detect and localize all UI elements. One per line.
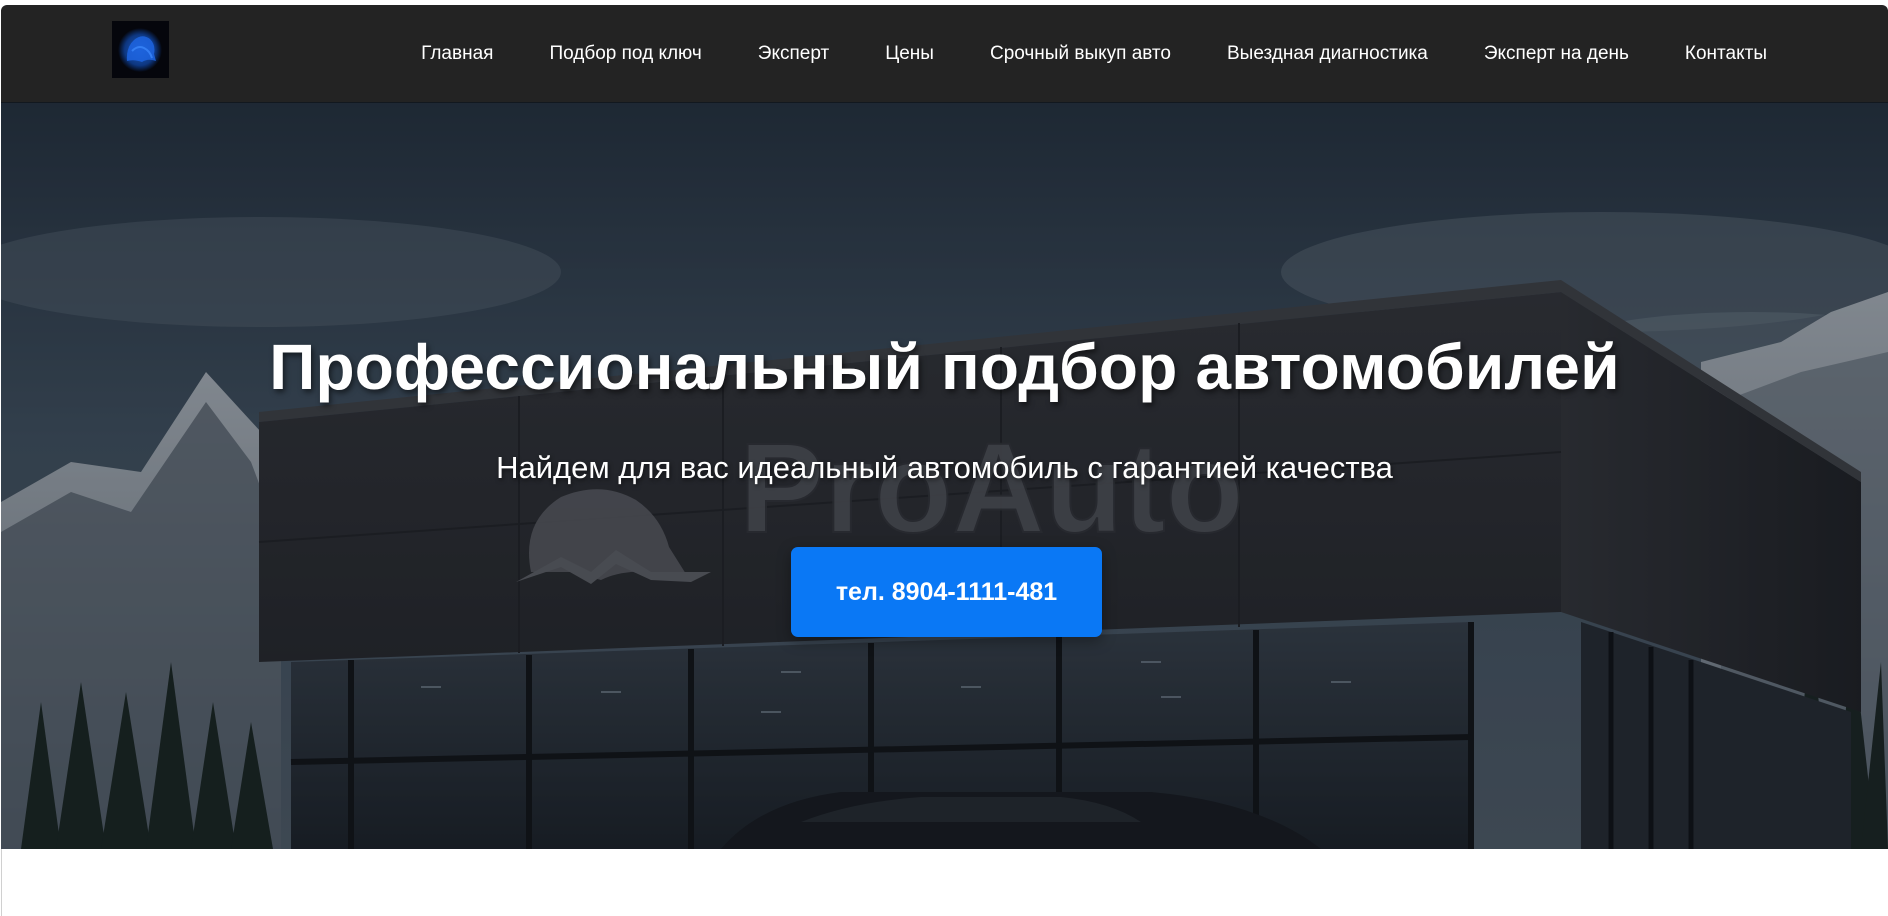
main-nav: Главная Подбор под ключ Эксперт Цены Сро… [421,5,1767,102]
bear-logo-icon [112,21,169,78]
nav-item-home[interactable]: Главная [421,43,493,65]
hero-section: ProAuto Профессиональный подбор автомоби… [1,102,1888,849]
content-section-start [1,849,1888,916]
nav-item-expert[interactable]: Эксперт [758,43,829,65]
site-header: Главная Подбор под ключ Эксперт Цены Сро… [1,5,1888,102]
nav-item-prices[interactable]: Цены [885,43,934,65]
hero-subtitle: Найдем для вас идеальный автомобиль с га… [496,450,1393,485]
nav-item-turnkey-selection[interactable]: Подбор под ключ [549,43,701,65]
phone-call-button[interactable]: тел. 8904-1111-481 [791,547,1102,637]
hero-title: Профессиональный подбор автомобилей [269,331,1620,403]
nav-item-onsite-diagnostics[interactable]: Выездная диагностика [1227,43,1428,65]
nav-item-urgent-buyout[interactable]: Срочный выкуп авто [990,43,1171,65]
logo[interactable] [112,21,169,78]
nav-item-contacts[interactable]: Контакты [1685,43,1767,65]
page: Главная Подбор под ключ Эксперт Цены Сро… [0,0,1888,916]
nav-item-expert-for-day[interactable]: Эксперт на день [1484,43,1629,65]
